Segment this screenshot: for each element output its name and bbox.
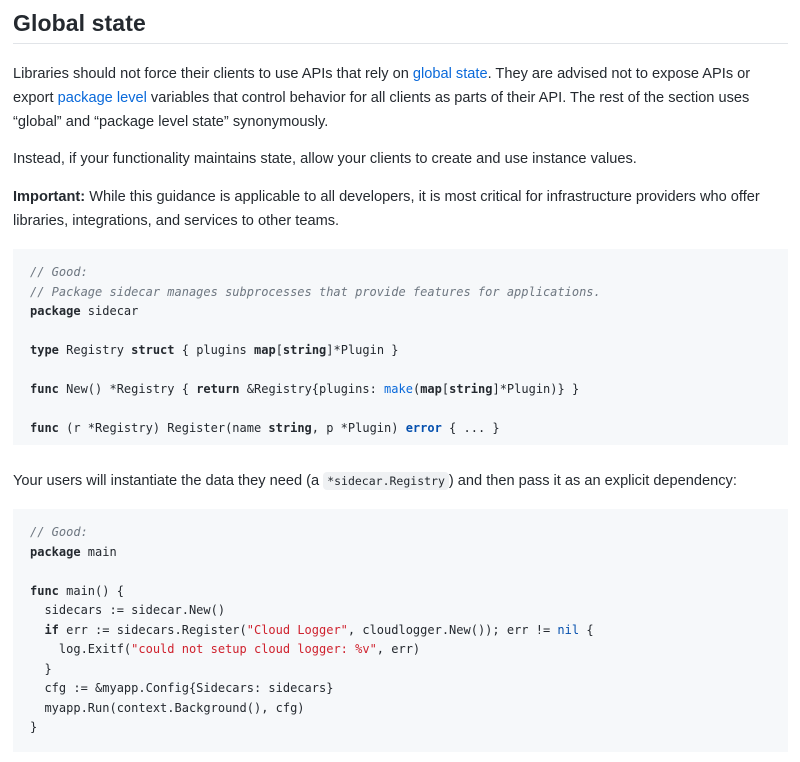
code-keyword: map (254, 343, 276, 357)
inline-code-registry: *sidecar.Registry (323, 472, 449, 490)
code-text: New() *Registry { (58, 382, 197, 396)
heading-divider (13, 43, 788, 44)
section-heading: Global state (13, 10, 146, 36)
code-line: cfg := &myapp.Config{Sidecars: sidecars} (30, 679, 788, 699)
code-text: main() { (58, 583, 124, 598)
code-text: { (579, 622, 594, 637)
code-text: , p *Plugin) (311, 421, 406, 435)
code-line: func (r *Registry) Register(name string,… (30, 419, 788, 439)
code-type: string (449, 382, 493, 396)
code-string: "could not setup cloud logger: %v" (131, 642, 377, 656)
code-keyword: return (196, 382, 240, 396)
code-text: &Registry{plugins: (239, 382, 385, 396)
code-text: ]*Plugin } (326, 343, 399, 357)
code-keyword: map (420, 382, 442, 396)
code-keyword: if (44, 622, 59, 637)
code-string: "Cloud Logger" (246, 622, 348, 637)
code-comment: // Good: (30, 265, 88, 279)
code-text: [ (275, 343, 283, 357)
code-line: package main (30, 543, 788, 563)
code-text: main (80, 544, 117, 559)
code-comment: // Package sidecar manages subprocesses … (30, 284, 601, 299)
code-line: // Good: (30, 523, 788, 543)
code-keyword: package (30, 304, 81, 318)
text-span: While this guidance is applicable to all… (13, 189, 760, 229)
code-line: package sidecar (30, 302, 788, 322)
text-span: ) and then pass it as an explicit depend… (448, 473, 737, 489)
code-line: func New() *Registry { return &Registry{… (30, 380, 788, 400)
paragraph-instance-values: Instead, if your functionality maintains… (13, 151, 637, 167)
code-line: // Good: (30, 263, 788, 283)
code-text: Registry (58, 343, 132, 357)
code-line: } (30, 718, 788, 738)
code-text: , cloudlogger.New()); err != (347, 622, 558, 637)
code-keyword: package (30, 544, 81, 559)
text-span: Your users will instantiate the data the… (13, 473, 324, 489)
code-text: } (30, 661, 52, 676)
code-builtin: make (384, 382, 413, 396)
code-text: sidecars := sidecar.New() (30, 603, 226, 617)
code-line: } (30, 660, 788, 680)
code-text: myapp.Run(context.Background(), cfg) (30, 700, 305, 715)
code-text: log.Exitf( (30, 642, 132, 656)
code-type: string (268, 421, 312, 435)
paragraph-instantiate: Your users will instantiate the data the… (13, 469, 788, 493)
important-label: Important: (13, 189, 86, 205)
code-text: { ... } (441, 421, 500, 435)
code-keyword: struct (131, 343, 175, 357)
code-line: if err := sidecars.Register("Cloud Logge… (30, 621, 788, 641)
link-global-state[interactable]: global state (413, 66, 488, 82)
code-type: error (405, 421, 442, 435)
code-comment: // Good: (30, 525, 88, 539)
code-keyword: func (30, 382, 59, 396)
code-line: func main() { (30, 582, 788, 602)
code-text: cfg := &myapp.Config{Sidecars: sidecars} (30, 681, 334, 695)
code-line: sidecars := sidecar.New() (30, 601, 788, 621)
code-keyword: func (30, 421, 59, 435)
text-span: Libraries should not force their clients… (13, 66, 413, 82)
code-block-main: // Good: package main func main() { sideca… (13, 509, 788, 752)
code-text: , err) (376, 642, 421, 656)
code-text: err := sidecars.Register( (58, 622, 247, 637)
code-text: } (30, 720, 38, 734)
code-type: string (282, 343, 327, 357)
link-package-level[interactable]: package level (58, 90, 147, 106)
code-keyword: func (30, 583, 59, 598)
code-line: myapp.Run(context.Background(), cfg) (30, 699, 788, 719)
code-line: type Registry struct { plugins map[strin… (30, 341, 788, 361)
code-text: ]*Plugin)} } (492, 382, 580, 396)
code-block-sidecar: // Good: // Package sidecar manages subpr… (13, 249, 788, 445)
code-text: (r *Registry) Register(name (58, 421, 269, 435)
code-line: // Package sidecar manages subprocesses … (30, 283, 788, 303)
paragraph-important: Important: While this guidance is applic… (13, 185, 788, 233)
paragraph-intro: Libraries should not force their clients… (13, 62, 788, 134)
code-keyword: type (30, 343, 59, 357)
code-constant: nil (557, 622, 580, 637)
code-text: sidecar (80, 304, 139, 318)
code-text: { plugins (174, 343, 254, 357)
code-line: log.Exitf("could not setup cloud logger:… (30, 640, 788, 660)
